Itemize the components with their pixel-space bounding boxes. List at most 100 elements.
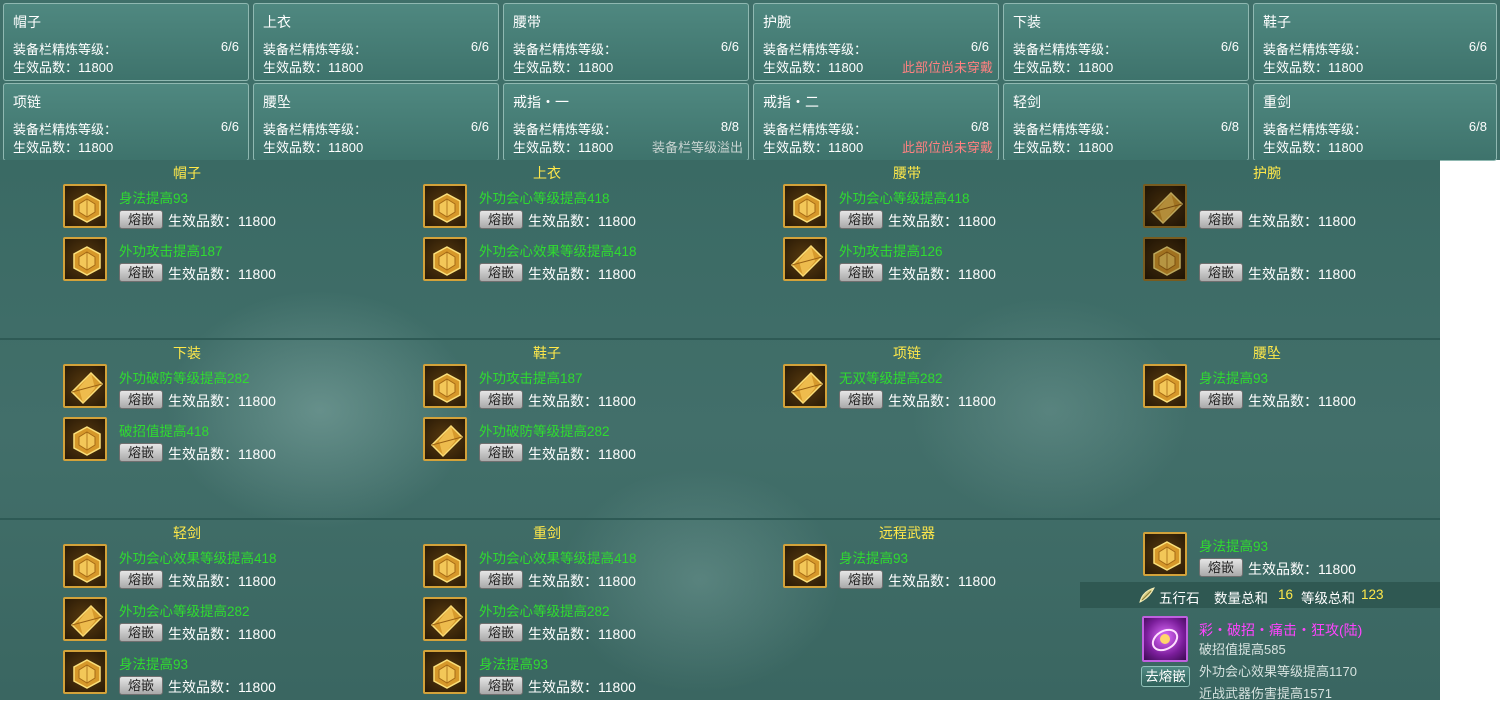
panel-title: 远程武器 — [879, 525, 935, 541]
summary-card: 帽子 装备栏精炼等级： 6/6 生效品数：11800 — [3, 3, 249, 81]
hex-gem-icon[interactable] — [423, 650, 467, 694]
gem-effective-count: 生效品数：11800 — [528, 573, 636, 589]
melt-button[interactable]: 熔嵌 — [839, 263, 883, 282]
melt-button[interactable]: 熔嵌 — [119, 623, 163, 642]
gem-effect-text: 身法提高93 — [119, 191, 189, 206]
hex-gem-icon[interactable] — [423, 544, 467, 588]
gem-effective-count: 生效品数：11800 — [168, 266, 276, 282]
hex-gem-icon[interactable] — [63, 184, 107, 228]
gem-effective-count: 生效品数：11800 — [888, 213, 996, 229]
hex-gem-icon[interactable] — [1143, 237, 1187, 281]
wuxing-level: 123 — [1361, 587, 1384, 602]
panel-title: 腰坠 — [1253, 345, 1281, 361]
colored-gem-effect: 外功会心效果等级提高1170 — [1199, 664, 1357, 679]
melt-button[interactable]: 熔嵌 — [1199, 210, 1243, 229]
colored-gem-icon[interactable] — [1142, 616, 1188, 662]
card-title: 重剑 — [1263, 94, 1291, 110]
refine-level: 6/6 — [470, 119, 489, 134]
melt-button[interactable]: 熔嵌 — [839, 210, 883, 229]
effective-count: 生效品数：11800 — [1013, 140, 1114, 155]
gem-effect-text: 身法提高93 — [1199, 539, 1269, 554]
diamond-gem-icon[interactable] — [783, 237, 827, 281]
wuxing-count-label: 数量总和 — [1214, 591, 1268, 606]
gem-effect-text: 外功会心效果等级提高418 — [479, 551, 637, 566]
melt-button[interactable]: 熔嵌 — [119, 263, 163, 282]
melt-button[interactable]: 熔嵌 — [479, 390, 523, 409]
melt-button[interactable]: 熔嵌 — [1199, 390, 1243, 409]
hex-gem-icon[interactable] — [423, 237, 467, 281]
gem-effect-text: 外功会心效果等级提高418 — [119, 551, 277, 566]
gem-effect-text: 外功会心等级提高418 — [479, 191, 610, 206]
gem-effective-count: 生效品数：11800 — [528, 393, 636, 409]
melt-button[interactable]: 熔嵌 — [479, 443, 523, 462]
gem-effect-text: 外功会心等级提高282 — [479, 604, 610, 619]
hex-gem-icon[interactable] — [63, 650, 107, 694]
melt-button[interactable]: 熔嵌 — [119, 443, 163, 462]
panel-title: 鞋子 — [533, 345, 561, 361]
melt-button[interactable]: 熔嵌 — [119, 390, 163, 409]
effective-count: 生效品数：11800 — [1263, 60, 1364, 75]
refine-label: 装备栏精炼等级： — [763, 122, 868, 137]
gem-effective-count: 生效品数：11800 — [168, 446, 276, 462]
melt-button[interactable]: 熔嵌 — [479, 676, 523, 695]
refine-label: 装备栏精炼等级： — [513, 42, 618, 57]
melt-button[interactable]: 熔嵌 — [119, 676, 163, 695]
summary-card: 轻剑 装备栏精炼等级： 6/8 生效品数：11800 — [1003, 83, 1249, 161]
wuxing-label: 五行石 — [1159, 591, 1200, 606]
gem-effective-count: 生效品数：11800 — [168, 626, 276, 642]
panel-title: 项链 — [893, 345, 921, 361]
summary-card: 腰带 装备栏精炼等级： 6/6 生效品数：11800 — [503, 3, 749, 81]
melt-button[interactable]: 熔嵌 — [839, 390, 883, 409]
wuxing-level-label: 等级总和 — [1301, 591, 1355, 606]
summary-card: 戒指・二 装备栏精炼等级： 6/8 生效品数：11800 此部位尚未穿戴 — [753, 83, 999, 161]
refine-level: 6/6 — [220, 119, 239, 134]
panel-title: 轻剑 — [173, 525, 201, 541]
go-melt-button[interactable]: 去熔嵌 — [1141, 666, 1190, 687]
refine-label: 装备栏精炼等级： — [763, 42, 868, 57]
gem-effect-text: 外功破防等级提高282 — [479, 424, 610, 439]
melt-button[interactable]: 熔嵌 — [479, 570, 523, 589]
effective-count: 生效品数：11800 — [513, 140, 614, 155]
melt-button[interactable]: 熔嵌 — [479, 263, 523, 282]
card-title: 鞋子 — [1263, 14, 1291, 30]
gem-effective-count: 生效品数：11800 — [528, 446, 636, 462]
effective-count: 生效品数：11800 — [263, 60, 364, 75]
diamond-gem-icon[interactable] — [423, 597, 467, 641]
diamond-gem-icon[interactable] — [423, 417, 467, 461]
melt-button[interactable]: 熔嵌 — [479, 623, 523, 642]
gem-effective-count: 生效品数：11800 — [888, 393, 996, 409]
hex-gem-icon[interactable] — [63, 237, 107, 281]
gem-effect-text: 外功攻击提高187 — [479, 371, 583, 386]
effective-count: 生效品数：11800 — [13, 140, 114, 155]
hex-gem-icon[interactable] — [423, 184, 467, 228]
gem-effect-text: 外功会心效果等级提高418 — [479, 244, 637, 259]
hex-gem-icon[interactable] — [1143, 364, 1187, 408]
melt-button[interactable]: 熔嵌 — [119, 210, 163, 229]
diamond-gem-icon[interactable] — [783, 364, 827, 408]
melt-button[interactable]: 熔嵌 — [479, 210, 523, 229]
refine-label: 装备栏精炼等级： — [1013, 42, 1118, 57]
melt-button[interactable]: 熔嵌 — [1199, 263, 1243, 282]
melt-button[interactable]: 熔嵌 — [839, 570, 883, 589]
refine-label: 装备栏精炼等级： — [13, 122, 118, 137]
gem-effect-text: 破招值提高418 — [119, 424, 210, 439]
effective-count: 生效品数：11800 — [763, 60, 864, 75]
hex-gem-icon[interactable] — [63, 417, 107, 461]
gem-effective-count: 生效品数：11800 — [1248, 213, 1356, 229]
refine-level: 6/6 — [720, 39, 739, 54]
diamond-gem-icon[interactable] — [1143, 184, 1187, 228]
gem-effective-count: 生效品数：11800 — [1248, 266, 1356, 282]
card-title: 腰坠 — [263, 94, 291, 110]
diamond-gem-icon[interactable] — [63, 364, 107, 408]
melt-button[interactable]: 熔嵌 — [1199, 558, 1243, 577]
hex-gem-icon[interactable] — [783, 544, 827, 588]
diamond-gem-icon[interactable] — [63, 597, 107, 641]
hex-gem-icon[interactable] — [783, 184, 827, 228]
gem-effect-text: 身法提高93 — [839, 551, 909, 566]
melt-button[interactable]: 熔嵌 — [119, 570, 163, 589]
hex-gem-icon[interactable] — [1143, 532, 1187, 576]
hex-gem-icon[interactable] — [63, 544, 107, 588]
hex-gem-icon[interactable] — [423, 364, 467, 408]
refine-label: 装备栏精炼等级： — [263, 42, 368, 57]
gem-effect-text: 外功攻击提高126 — [839, 244, 943, 259]
